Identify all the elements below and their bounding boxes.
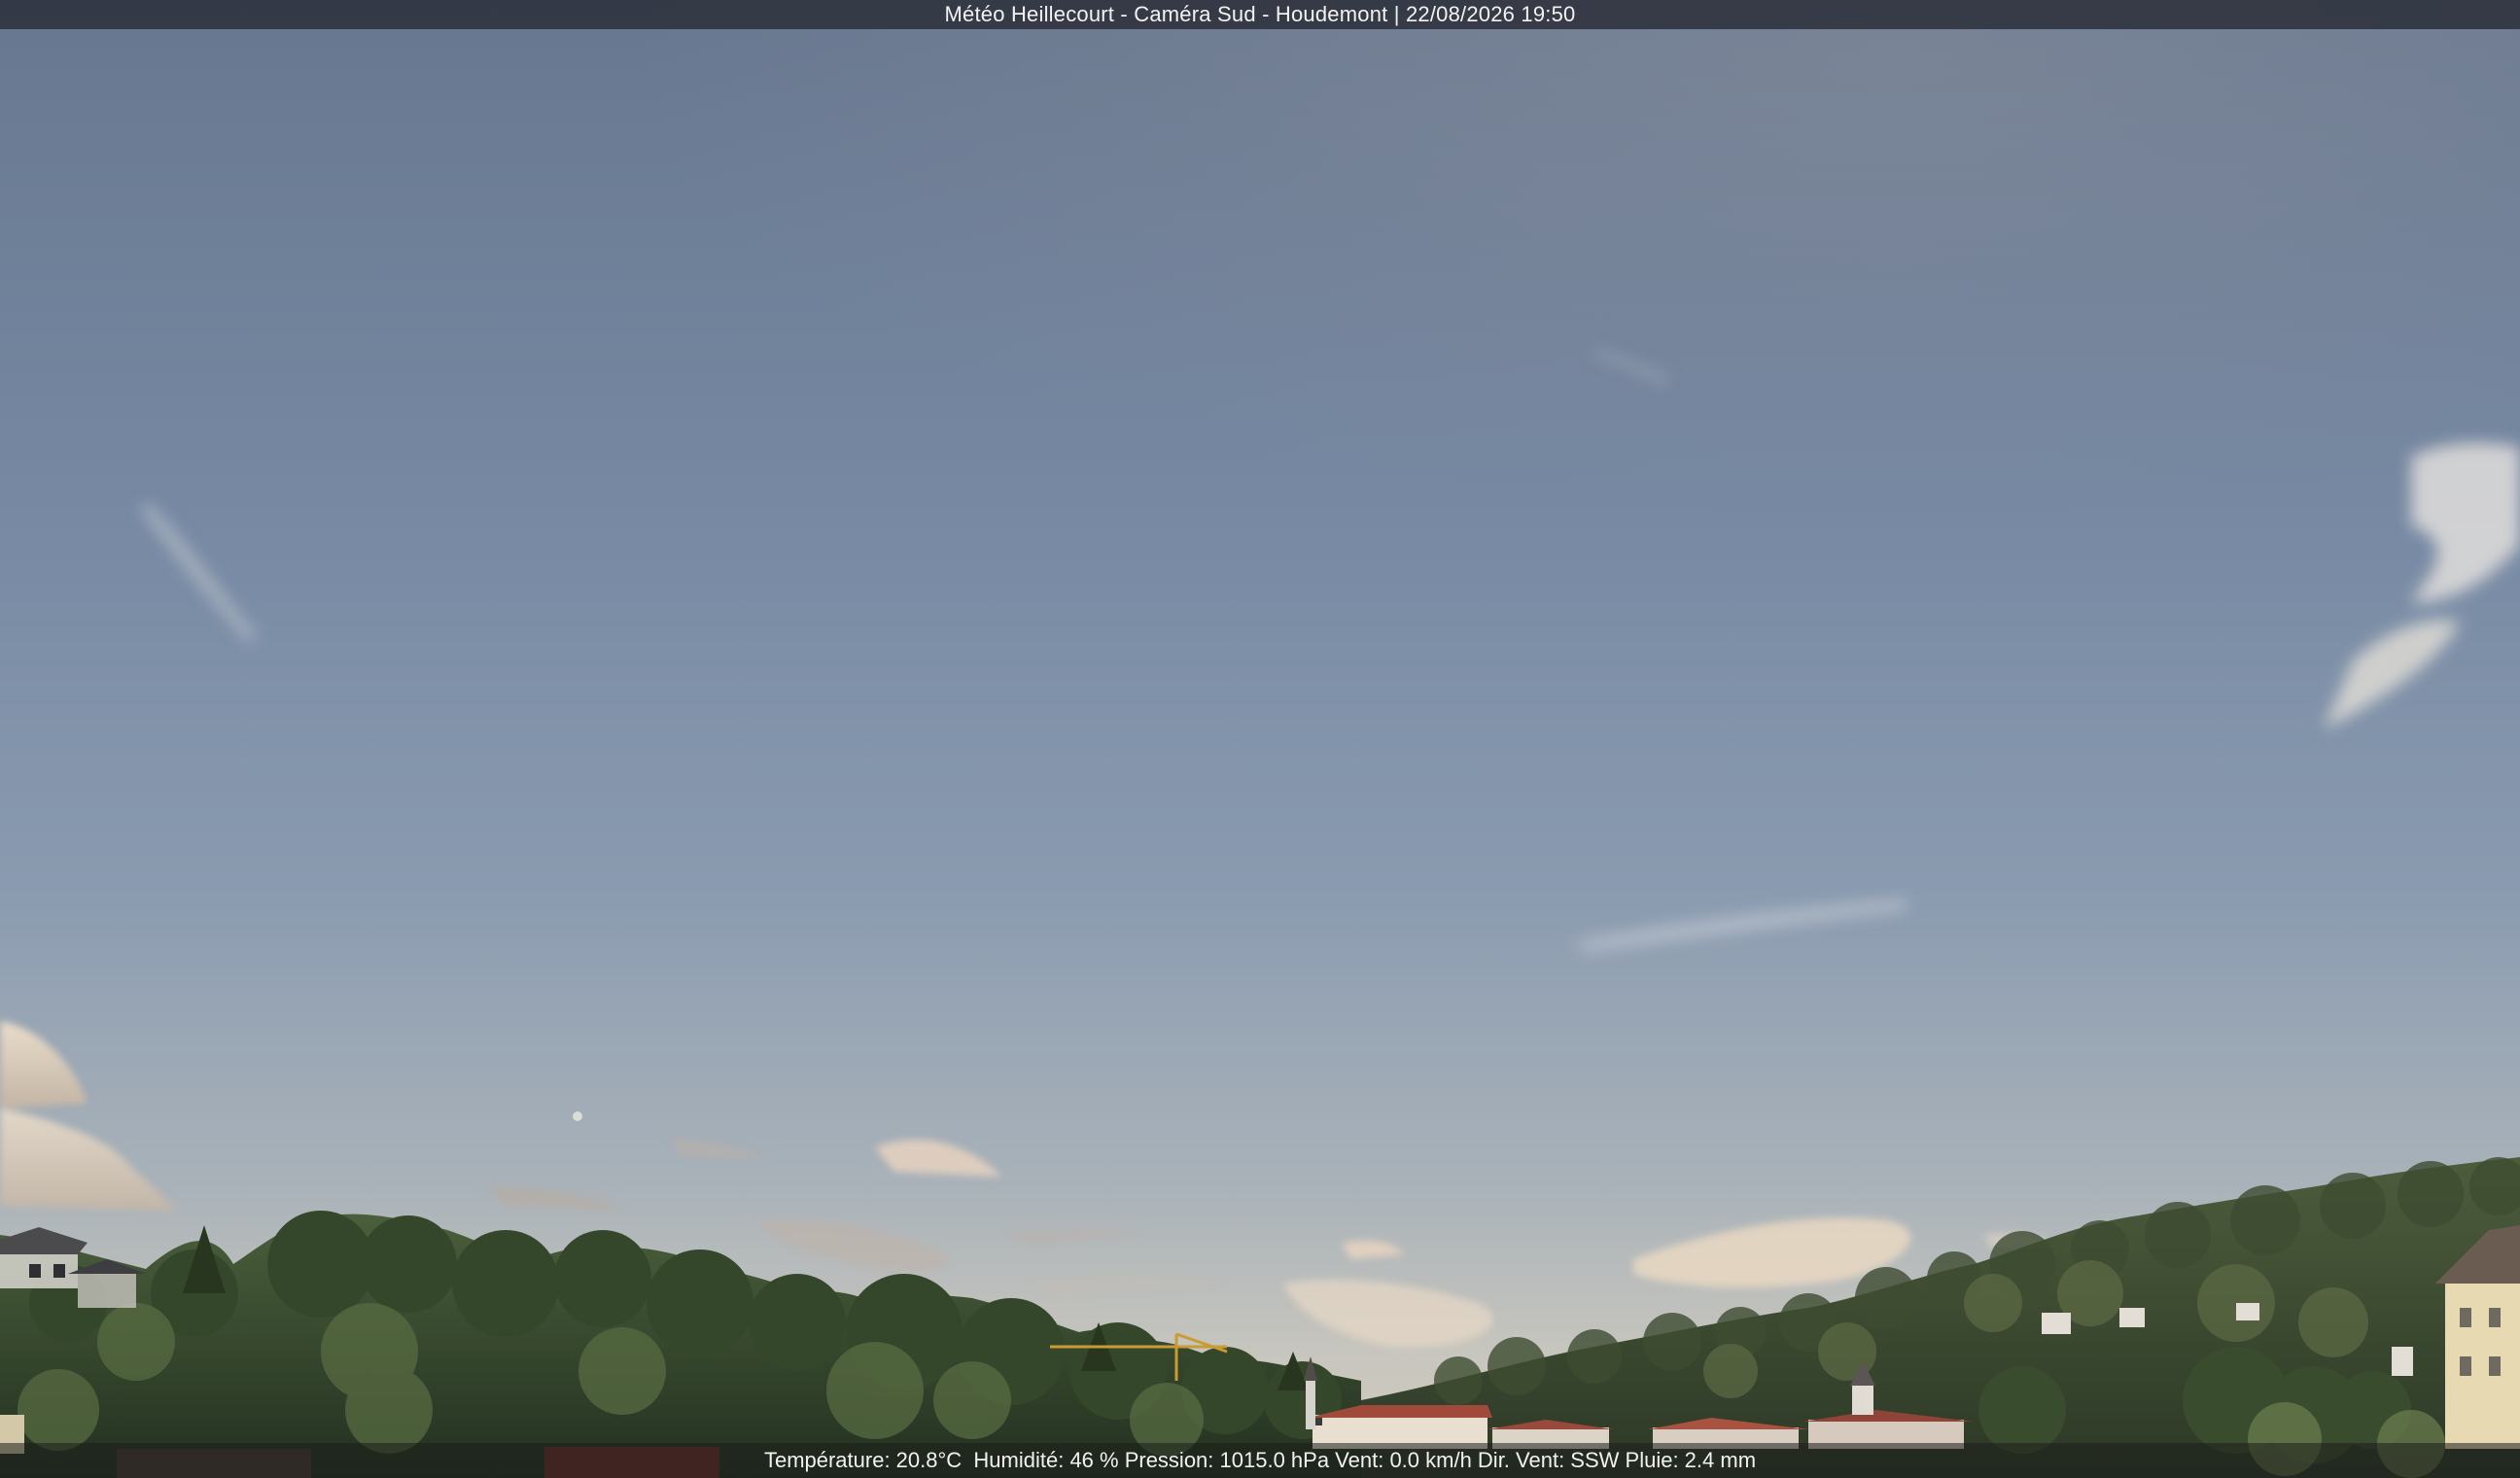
webcam-frame: Météo Heillecourt - Caméra Sud - Houdemo… [0, 0, 2520, 1478]
camera-title: Météo Heillecourt - Caméra Sud - Houdemo… [944, 2, 1576, 26]
weather-readings: Température: 20.8°C Humidité: 46 % Press… [763, 1448, 1757, 1472]
header-bar: Météo Heillecourt - Caméra Sud - Houdemo… [0, 0, 2520, 29]
moon [573, 1111, 582, 1121]
webcam-image [0, 0, 2520, 1478]
weather-readout-bar: Température: 20.8°C Humidité: 46 % Press… [0, 1443, 2520, 1478]
